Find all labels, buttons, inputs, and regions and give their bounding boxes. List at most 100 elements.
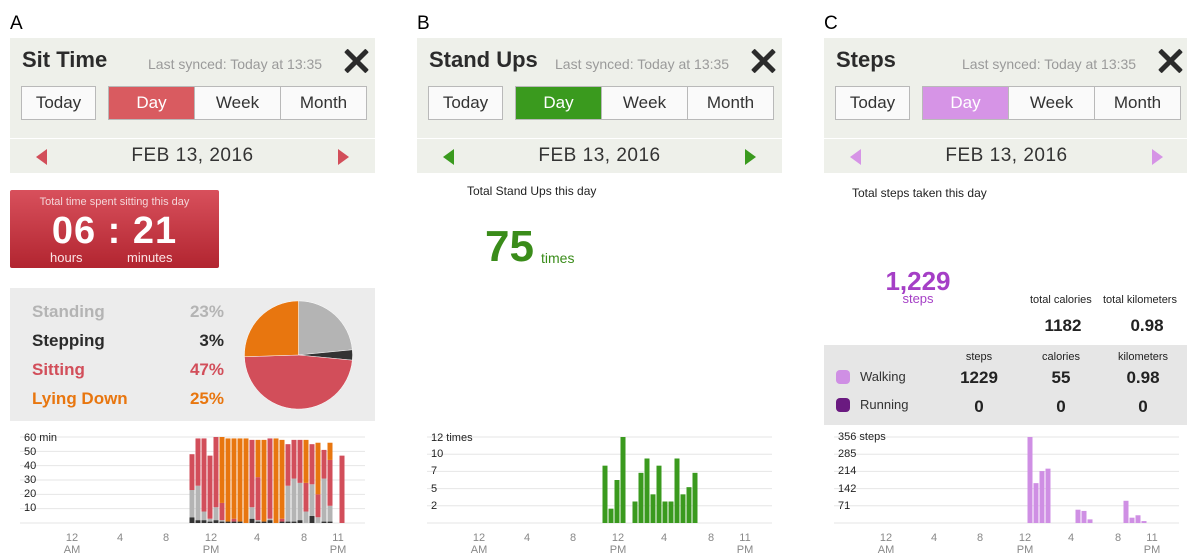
steps-panel: C Steps Last synced: Today at 13:35 Toda…	[824, 0, 1187, 558]
tab-day[interactable]: Day	[923, 87, 1008, 119]
period-segmented-control: Day Week Month	[108, 86, 367, 120]
today-button[interactable]: Today	[835, 86, 910, 120]
breakdown-row-sitting: Sitting 47%	[32, 360, 224, 380]
y-tick-label: 20	[24, 488, 37, 500]
bar-lying-down	[303, 439, 309, 483]
bar-lying-down	[225, 438, 231, 522]
close-icon[interactable]	[343, 48, 369, 74]
x-tick-label: 12 AM	[470, 532, 488, 556]
today-button[interactable]: Today	[428, 86, 503, 120]
y-tick-label: 7	[431, 465, 438, 477]
bar-sitting	[267, 438, 273, 519]
bar-walking	[1123, 500, 1129, 523]
x-tick-label: 4	[1067, 532, 1075, 544]
next-day-arrow-icon[interactable]	[745, 149, 756, 165]
bar-walking	[1129, 517, 1135, 523]
close-icon[interactable]	[1157, 48, 1183, 74]
stand-ups-subhead: Total Stand Ups this day	[467, 184, 597, 198]
sit-time-bar-chart: 60 min 50 40 30 20 10 12 AM 4 8 12 PM 4 8 …	[10, 430, 375, 558]
bar-stepping	[225, 521, 231, 523]
steps-bar-chart: 356 steps 285 214 142 71 12 AM 4 8 12 PM 4…	[824, 430, 1187, 558]
bar-stepping	[213, 520, 219, 523]
bar-sitting	[219, 502, 225, 521]
bar-stepping	[297, 520, 303, 523]
date-navigator: FEB 13, 2016	[824, 138, 1187, 172]
next-day-arrow-icon[interactable]	[1152, 149, 1163, 165]
bar-lying-down	[279, 439, 285, 519]
x-tick-label: 8	[162, 532, 170, 544]
x-tick-label: 4	[930, 532, 938, 544]
y-tick-label: 40	[24, 460, 37, 472]
x-tick-label: 4	[116, 532, 124, 544]
tab-week[interactable]: Week	[601, 87, 687, 119]
bar-sitting	[195, 438, 201, 486]
x-tick-label: 8	[569, 532, 577, 544]
tab-day[interactable]: Day	[516, 87, 601, 119]
activity-breakdown: Standing 23% Stepping 3% Sitting 47% Lyi…	[10, 288, 375, 421]
column-header-kilometers: kilometers	[1117, 351, 1169, 363]
previous-day-arrow-icon[interactable]	[36, 149, 47, 165]
previous-day-arrow-icon[interactable]	[850, 149, 861, 165]
breakdown-label: Sitting	[32, 360, 85, 379]
tab-day[interactable]: Day	[109, 87, 194, 119]
x-tick-label: 12 AM	[877, 532, 895, 556]
bar-walking	[1135, 515, 1141, 523]
bar-stepping	[267, 520, 273, 523]
bar-lying-down	[327, 442, 333, 460]
bar-stand-ups	[620, 437, 626, 523]
bar-stepping	[237, 521, 243, 523]
stand-ups-count: 75	[485, 222, 534, 271]
total-sitting-time: 06 : 21	[51, 210, 178, 252]
next-day-arrow-icon[interactable]	[338, 149, 349, 165]
total-sitting-label: Total time spent sitting this day	[39, 196, 190, 208]
bar-stepping	[249, 518, 255, 523]
total-kilometers-label: total kilometers	[1103, 294, 1177, 306]
x-tick-label: 8	[976, 532, 984, 544]
bar-stand-ups	[650, 494, 656, 523]
tab-month[interactable]: Month	[280, 87, 366, 119]
y-tick-label: 356 steps	[838, 431, 886, 443]
tab-month[interactable]: Month	[687, 87, 773, 119]
bar-walking	[1087, 519, 1093, 523]
column-header-steps: steps	[965, 351, 993, 363]
bar-lying-down	[315, 442, 321, 495]
bar-walking	[1027, 437, 1033, 523]
x-tick-label: 12 PM	[202, 532, 220, 556]
bar-walking	[1075, 509, 1081, 523]
today-button[interactable]: Today	[21, 86, 96, 120]
y-tick-label: 5	[431, 483, 438, 495]
bar-sitting	[297, 439, 303, 483]
bar-lying-down	[273, 438, 279, 523]
bar-stand-ups	[668, 501, 674, 523]
tab-month[interactable]: Month	[1094, 87, 1180, 119]
activity-pie-chart	[244, 300, 353, 410]
bar-stepping	[291, 521, 297, 523]
running-swatch-icon	[836, 398, 850, 412]
period-segmented-control: Day Week Month	[922, 86, 1181, 120]
bar-sitting	[339, 455, 345, 523]
bar-sitting	[291, 439, 297, 479]
bar-stand-ups	[674, 458, 680, 523]
bar-stand-ups	[632, 501, 638, 523]
bar-standing	[291, 478, 297, 522]
tab-week[interactable]: Week	[1008, 87, 1094, 119]
y-tick-label: 285	[838, 448, 857, 460]
bar-standing	[219, 520, 225, 522]
total-calories-label: total calories	[1030, 294, 1092, 306]
tab-week[interactable]: Week	[194, 87, 280, 119]
x-tick-label: 4	[253, 532, 261, 544]
bar-stepping	[321, 521, 327, 523]
page-title: Sit Time	[22, 47, 108, 72]
previous-day-arrow-icon[interactable]	[443, 149, 454, 165]
sit-time-panel: A Sit Time Last synced: Today at 13:35 T…	[10, 0, 375, 558]
bar-sitting	[303, 482, 309, 512]
close-icon[interactable]	[750, 48, 776, 74]
y-tick-label: 60 min	[24, 432, 58, 444]
stand-ups-unit: times	[541, 250, 575, 266]
pie-slice-lying-down	[244, 300, 299, 357]
walking-steps: 1229	[960, 368, 998, 387]
bar-stepping	[327, 521, 333, 523]
y-tick-label: 10	[24, 502, 37, 514]
x-tick-label: 4	[660, 532, 668, 544]
bar-lying-down	[261, 439, 267, 522]
